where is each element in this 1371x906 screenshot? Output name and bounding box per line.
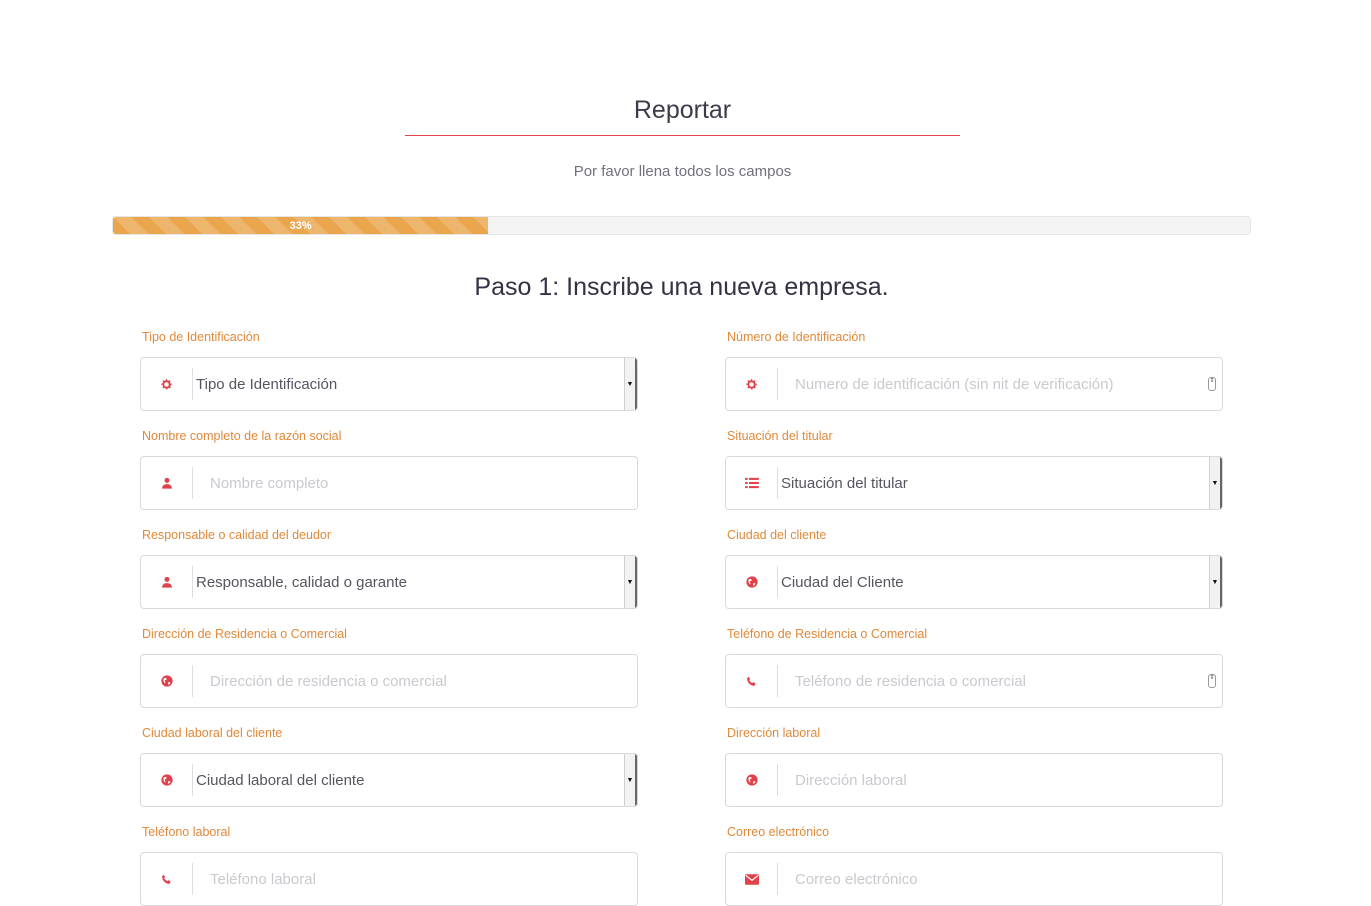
progress-bar-fill: 33% (113, 217, 489, 234)
responsable-select[interactable]: Responsable, calidad o garante ▼ (140, 555, 638, 609)
nombre-label: Nombre completo de la razón social (142, 429, 342, 443)
nombre-input[interactable]: Nombre completo (140, 456, 638, 510)
list-icon (726, 467, 778, 499)
ciudad-cliente-label: Ciudad del cliente (727, 528, 827, 542)
numero-id-placeholder: Numero de identificación (sin nit de ver… (795, 375, 1114, 393)
chevron-down-icon[interactable]: ▼ (1209, 556, 1222, 608)
gear-icon (141, 368, 193, 400)
phone-icon (141, 863, 193, 895)
globe-icon (726, 764, 778, 796)
chevron-down-icon[interactable]: ▼ (624, 358, 637, 410)
numero-id-label: Número de Identificación (727, 330, 866, 344)
situacion-select[interactable]: Situación del titular ▼ (725, 456, 1223, 510)
ciudad-laboral-label: Ciudad laboral del cliente (142, 726, 283, 740)
tipo-id-label: Tipo de Identificación (142, 330, 260, 344)
number-spinner-icon[interactable]: ⇕ (1208, 674, 1216, 688)
direccion-laboral-placeholder: Dirección laboral (795, 771, 907, 789)
step-title: Paso 1: Inscribe una nueva empresa. (474, 273, 889, 301)
progress-bar: 33% (112, 216, 1251, 235)
direccion-laboral-input[interactable]: Dirección laboral (725, 753, 1223, 807)
phone-icon (726, 665, 778, 697)
telefono-laboral-input[interactable]: Teléfono laboral (140, 852, 638, 906)
user-icon (141, 467, 193, 499)
tipo-id-select[interactable]: Tipo de Identificación ▼ (140, 357, 638, 411)
number-spinner-icon[interactable]: ⇕ (1208, 377, 1216, 391)
globe-icon (726, 566, 778, 598)
envelope-icon (726, 863, 778, 895)
chevron-down-icon[interactable]: ▼ (1209, 457, 1222, 509)
direccion-res-input[interactable]: Dirección de residencia o comercial (140, 654, 638, 708)
numero-id-input[interactable]: Numero de identificación (sin nit de ver… (725, 357, 1223, 411)
responsable-label: Responsable o calidad del deudor (142, 528, 332, 542)
globe-icon (141, 764, 193, 796)
situacion-value: Situación del titular (781, 474, 908, 492)
user-icon (141, 566, 193, 598)
responsable-value: Responsable, calidad o garante (196, 573, 407, 591)
globe-icon (141, 665, 193, 697)
telefono-laboral-label: Teléfono laboral (142, 825, 231, 839)
page-subtitle: Por favor llena todos los campos (573, 163, 792, 180)
telefono-res-input[interactable]: Teléfono de residencia o comercial ⇕ (725, 654, 1223, 708)
chevron-down-icon[interactable]: ▼ (624, 556, 637, 608)
ciudad-cliente-select[interactable]: Ciudad del Cliente ▼ (725, 555, 1223, 609)
ciudad-laboral-select[interactable]: Ciudad laboral del cliente ▼ (140, 753, 638, 807)
title-underline (405, 135, 960, 136)
situacion-label: Situación del titular (727, 429, 833, 443)
ciudad-cliente-value: Ciudad del Cliente (781, 573, 904, 591)
tipo-id-value: Tipo de Identificación (196, 375, 338, 393)
telefono-res-placeholder: Teléfono de residencia o comercial (795, 672, 1026, 690)
gear-icon (726, 368, 778, 400)
page-title: Reportar (633, 96, 732, 124)
ciudad-laboral-value: Ciudad laboral del cliente (196, 771, 365, 789)
telefono-laboral-placeholder: Teléfono laboral (210, 870, 316, 888)
chevron-down-icon[interactable]: ▼ (624, 754, 637, 806)
nombre-placeholder: Nombre completo (210, 474, 329, 492)
direccion-laboral-label: Dirección laboral (727, 726, 821, 740)
direccion-res-placeholder: Dirección de residencia o comercial (210, 672, 447, 690)
telefono-res-label: Teléfono de Residencia o Comercial (727, 627, 928, 641)
correo-label: Correo electrónico (727, 825, 830, 839)
correo-input[interactable]: Correo electrónico (725, 852, 1223, 906)
direccion-res-label: Dirección de Residencia o Comercial (142, 627, 347, 641)
correo-placeholder: Correo electrónico (795, 870, 918, 888)
